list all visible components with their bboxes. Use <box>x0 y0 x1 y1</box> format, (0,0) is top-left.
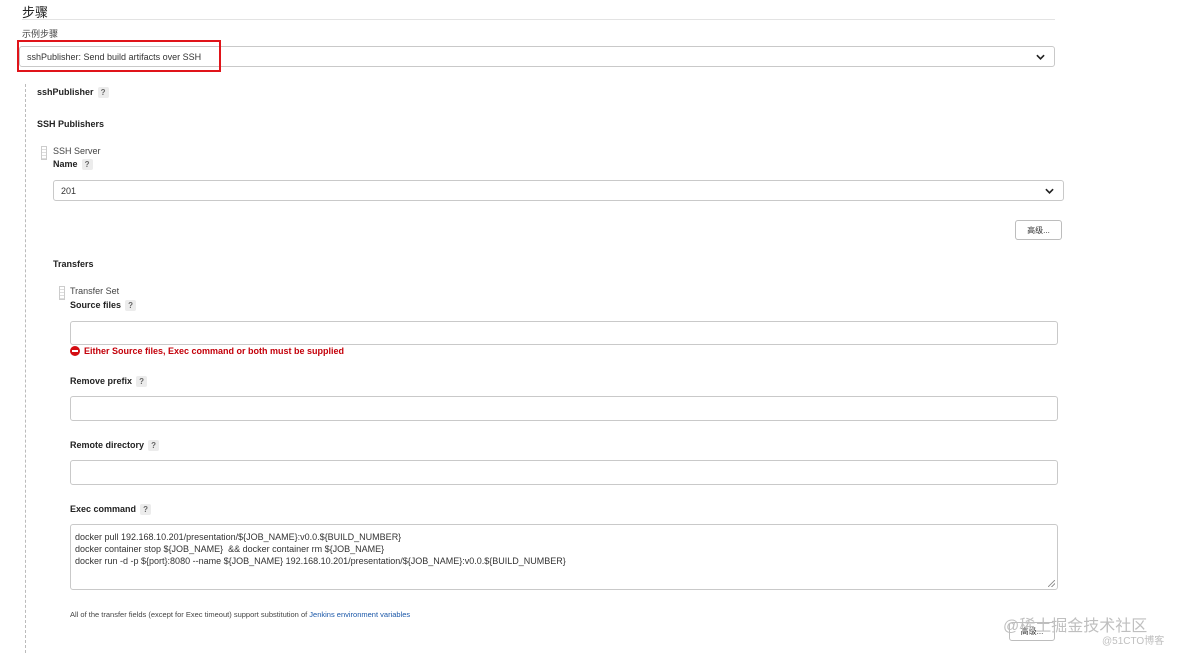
help-icon[interactable]: ? <box>97 87 109 99</box>
exec-command-textarea[interactable]: docker pull 192.168.10.201/presentation/… <box>70 524 1058 590</box>
help-icon[interactable]: ? <box>136 376 148 388</box>
watermark-secondary: @51CTO博客 <box>1102 636 1165 647</box>
ssh-server-header: SSH Server <box>53 146 101 156</box>
remove-prefix-input[interactable] <box>70 396 1058 421</box>
exec-command-label: Exec command? <box>70 504 152 516</box>
ssh-publishers-label: SSH Publishers <box>37 119 105 129</box>
substitution-note: All of the transfer fields (except for E… <box>70 610 411 619</box>
sample-step-label: 示例步骤 <box>22 29 59 39</box>
drag-handle-icon[interactable] <box>41 146 47 160</box>
exec-command-wrapper: docker pull 192.168.10.201/presentation/… <box>70 524 1058 590</box>
help-icon[interactable]: ? <box>81 159 93 171</box>
error-icon <box>70 346 80 356</box>
transfers-label: Transfers <box>53 259 94 269</box>
remove-prefix-label: Remove prefix? <box>70 376 148 388</box>
chevron-down-icon <box>1036 54 1045 60</box>
server-name-select[interactable]: 201 <box>53 180 1064 201</box>
server-name-value: 201 <box>61 185 77 196</box>
source-files-input[interactable] <box>70 321 1058 345</box>
remote-directory-label: Remote directory? <box>70 440 160 452</box>
env-variables-link[interactable]: Jenkins environment variables <box>309 610 410 619</box>
source-files-label: Source files? <box>70 300 137 312</box>
chevron-down-icon <box>1045 188 1054 194</box>
drag-handle-icon[interactable] <box>59 286 65 300</box>
help-icon[interactable]: ? <box>140 504 152 516</box>
help-icon[interactable]: ? <box>125 300 137 312</box>
transfer-set-header: Transfer Set <box>70 286 120 296</box>
resize-handle-icon[interactable] <box>1048 580 1055 587</box>
sample-step-select-value: sshPublisher: Send build artifacts over … <box>27 51 202 62</box>
remote-directory-input[interactable] <box>70 460 1058 485</box>
sample-step-select[interactable]: sshPublisher: Send build artifacts over … <box>19 46 1055 67</box>
divider <box>22 19 1055 20</box>
validation-error: Either Source files, Exec command or bot… <box>70 346 344 356</box>
help-icon[interactable]: ? <box>148 440 160 452</box>
ssh-publisher-label: sshPublisher? <box>37 87 109 99</box>
step-config-border <box>25 84 26 653</box>
server-advanced-button[interactable]: 高级... <box>1015 220 1062 240</box>
server-name-label: Name? <box>53 159 93 171</box>
